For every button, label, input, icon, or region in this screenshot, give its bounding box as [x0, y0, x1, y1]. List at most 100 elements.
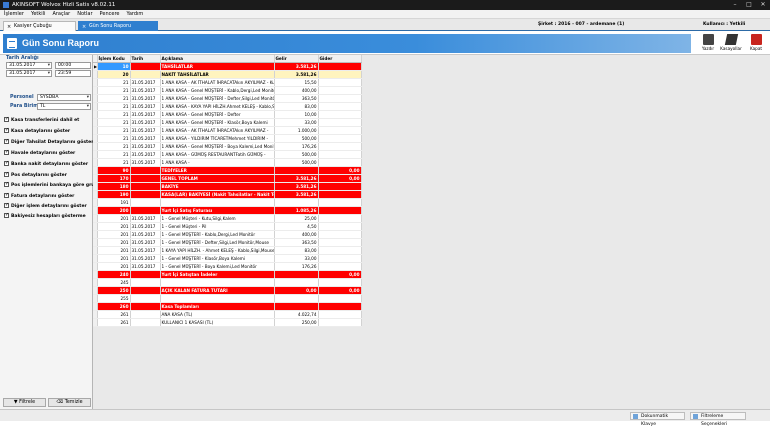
table-row[interactable]: 250 AÇIK KALAN FATURA TUTARI 0,00 0,00	[93, 286, 362, 296]
cell-desc: 1 - Genel Müşteri - Kutu,Silgi,Kalem	[160, 214, 275, 224]
cash-registers-button[interactable]: Kasayollar	[720, 33, 742, 54]
option-bakiyesiz[interactable]: Bakiyesiz hesapları gösterme	[4, 212, 86, 219]
cell-gelir: 400,00	[274, 230, 319, 240]
table-row[interactable]: 21 31.05.2017 1 ANA KASA - Genel MÜŞTERİ -…	[93, 110, 362, 120]
option-label: Pos detaylarını göster	[11, 173, 67, 178]
table-row[interactable]: 190 KASA(LAR) BAKİYESİ (Nakit Tahsilatlar…	[93, 190, 362, 200]
title-banner: Gün Sonu Raporu	[3, 34, 691, 53]
option-kasa-detay[interactable]: Kasa detaylarını göster	[4, 127, 70, 134]
touch-keyboard-button[interactable]: Dokunmatik Klavye	[630, 412, 685, 427]
tab-gun-sonu-raporu[interactable]: × Gün Sonu Raporu	[78, 21, 158, 31]
table-row[interactable]: 201 31.05.2017 1 - Genel MÜŞTERİ - Kablo,D…	[93, 230, 362, 240]
table-row[interactable]: 21 31.05.2017 1 ANA KASA - Genel MÜŞTERİ -…	[93, 94, 362, 104]
table-row[interactable]: 21 31.05.2017 1 ANA KASA - Genel MÜŞTERİ -…	[93, 142, 362, 152]
cell-date: 31.05.2017	[130, 134, 161, 144]
table-row[interactable]: 201 31.05.2017 1 - Genel MÜŞTERİ - Klasör,…	[93, 254, 362, 264]
menu-notlar[interactable]: Notlar	[77, 10, 92, 18]
table-row[interactable]: 201 31.05.2017 1 - Genel Müşteri - Kutu,Si…	[93, 214, 362, 224]
close-button[interactable]: Kapat	[745, 33, 767, 54]
cell-gider: 0,00	[318, 286, 362, 296]
tab-kasiyer-cubugu[interactable]: × Kasiyer Çubuğu	[3, 21, 76, 31]
option-diger-tahsilat[interactable]: Diğer Tahsilat Detaylarını göster	[4, 138, 93, 145]
cell-desc: 1 ANA KASA - Genel MÜŞTERİ - Boya Kalemi…	[160, 142, 275, 152]
clear-button[interactable]: ⌫ Temizle	[48, 398, 91, 407]
option-pos-detay[interactable]: Pos detaylarını göster	[4, 171, 67, 178]
table-row[interactable]: 240 Yurt İçi Satıştan İadeler 0,00	[93, 270, 362, 280]
cell-gider	[318, 246, 362, 256]
table-row[interactable]: 21 31.05.2017 1 ANA KASA - GÜMÜŞ RESTAURAN…	[93, 150, 362, 160]
cell-date: 31.05.2017	[130, 230, 161, 240]
table-row[interactable]: 245	[93, 278, 362, 288]
cell-desc: 1 - Genel MÜŞTERİ - Boya Kalemi,Led Moni…	[160, 262, 275, 272]
close-window-icon[interactable]: ✕	[756, 0, 770, 10]
table-row[interactable]: 191	[93, 198, 362, 208]
option-fatura[interactable]: Fatura detaylarını göster	[4, 192, 74, 199]
table-row[interactable]: 21 31.05.2017 1 ANA KASA -500,00	[93, 158, 362, 168]
cell-code: 245	[97, 278, 131, 288]
table-row[interactable]: 255	[93, 294, 362, 304]
checkbox-icon	[4, 212, 9, 218]
cell-date: 31.05.2017	[130, 150, 161, 160]
option-havale[interactable]: Havale detaylarını göster	[4, 149, 75, 156]
option-kasa-transfer[interactable]: Kasa transferlerini dahil et	[4, 116, 79, 123]
minimize-icon[interactable]: –	[728, 0, 742, 10]
table-row[interactable]: 21 31.05.2017 1 ANA KASA - Genel MÜŞTERİ -…	[93, 86, 362, 96]
menu-araclar[interactable]: Araçlar	[52, 10, 70, 18]
option-pos-grupla[interactable]: Pos işlemlerini bankaya göre grupla	[4, 181, 102, 188]
option-diger-islem[interactable]: Diğer işlem detaylarını göster	[4, 202, 87, 209]
filter-button[interactable]: ▼ Filtrele	[3, 398, 46, 407]
table-row[interactable]: 170 GENEL TOPLAM 3.581,26 0,00	[93, 174, 362, 184]
table-row[interactable]: 261 KULLANICI 1 KASASI (TL) 250,00	[93, 318, 362, 328]
table-row[interactable]: 180 BAKİYE 3.581,26	[93, 182, 362, 192]
print-button[interactable]: Yazdır	[697, 33, 719, 54]
table-row[interactable]: 200 Yurt İçi Satış Faturası 1.085,26	[93, 206, 362, 216]
column-header[interactable]: İşlem Kodu	[97, 55, 131, 64]
option-banka-nakit[interactable]: Banka nakit detaylarını göster	[4, 160, 88, 167]
personel-label: Personel	[10, 95, 34, 100]
personel-select[interactable]: SYSDBA ▾	[37, 94, 91, 101]
currency-select[interactable]: TL ▾	[37, 103, 91, 110]
table-row[interactable]: 261 ANA KASA (TL) 4.022,74	[93, 310, 362, 320]
table-row[interactable]: 201 31.05.2017 1 - Genel MÜŞTERİ - Boya Ka…	[93, 262, 362, 272]
cell-desc: 1 KAYA YAPI HİLZH. - Ahmet KELEŞ - Kablo…	[160, 246, 275, 256]
report-table[interactable]: İşlem Kodu Tarih Açıklama Gelir Gider ▶ 1…	[93, 55, 362, 328]
table-row[interactable]: ▶ 10 TAHSİLATLAR 3.581,26	[93, 62, 362, 72]
table-row[interactable]: 21 31.05.2017 1 ANA KASA - Genel MÜŞTERİ -…	[93, 118, 362, 128]
column-header[interactable]: Gider	[318, 55, 362, 64]
filter-options-button[interactable]: Filtreleme Seçenekleri	[690, 412, 746, 427]
column-header[interactable]: Tarih	[130, 55, 161, 64]
cell-desc: AÇIK KALAN FATURA TUTARI	[160, 286, 275, 296]
maximize-icon[interactable]: □	[742, 0, 756, 10]
table-row[interactable]: 21 31.05.2017 1 ANA KASA - KAYA YAPI HİLZH…	[93, 102, 362, 112]
table-row[interactable]: 201 31.05.2017 1 - Genel Müşteri - Pil 4,50	[93, 222, 362, 232]
cell-gider	[318, 214, 362, 224]
column-header[interactable]: Gelir	[274, 55, 319, 64]
table-row[interactable]: 260 Kasa Toplamları	[93, 302, 362, 312]
time-from-field[interactable]: 00:00	[55, 62, 91, 69]
time-to-field[interactable]: 23:59	[55, 70, 91, 77]
column-header[interactable]: Açıklama	[160, 55, 275, 64]
cell-gelir: 0,00	[274, 286, 319, 296]
table-row[interactable]: 201 31.05.2017 1 KAYA YAPI HİLZH. - Ahmet …	[93, 246, 362, 256]
cell-gelir: 500,00	[274, 158, 319, 168]
table-row[interactable]: 21 31.05.2017 1 ANA KASA - AK İTHALAT İHRA…	[93, 78, 362, 88]
menu-yetkili[interactable]: Yetkili	[31, 10, 46, 18]
cell-code: 21	[97, 94, 131, 104]
cell-gider: 0,00	[318, 174, 362, 184]
table-row[interactable]: 90 TEDİYELER 0,00	[93, 166, 362, 176]
cell-desc: 1 ANA KASA - AK İTHALAT İHRACATAkın AKYI…	[160, 126, 275, 136]
table-row[interactable]: 201 31.05.2017 1 - Genel MÜŞTERİ - Defter,…	[93, 238, 362, 248]
cell-gelir: 4.022,74	[274, 310, 319, 320]
menu-pencere[interactable]: Pencere	[100, 10, 120, 18]
date-to-field[interactable]: 31.05.2017 ▾	[6, 70, 52, 77]
menu-islemler[interactable]: İşlemler	[4, 10, 24, 18]
cell-gelir: 250,00	[274, 318, 319, 328]
date-from-field[interactable]: 31.05.2017 ▾	[6, 62, 52, 69]
chevron-down-icon: ▾	[86, 104, 89, 109]
table-row[interactable]: 21 31.05.2017 1 ANA KASA - YILDIRIM TİCARE…	[93, 134, 362, 144]
cell-code: 261	[97, 310, 131, 320]
cell-date	[130, 166, 161, 176]
table-row[interactable]: 20 NAKİT TAHSİLATLAR 3.581,26	[93, 70, 362, 80]
table-row[interactable]: 21 31.05.2017 1 ANA KASA - AK İTHALAT İHRA…	[93, 126, 362, 136]
menu-yardim[interactable]: Yardım	[126, 10, 143, 18]
